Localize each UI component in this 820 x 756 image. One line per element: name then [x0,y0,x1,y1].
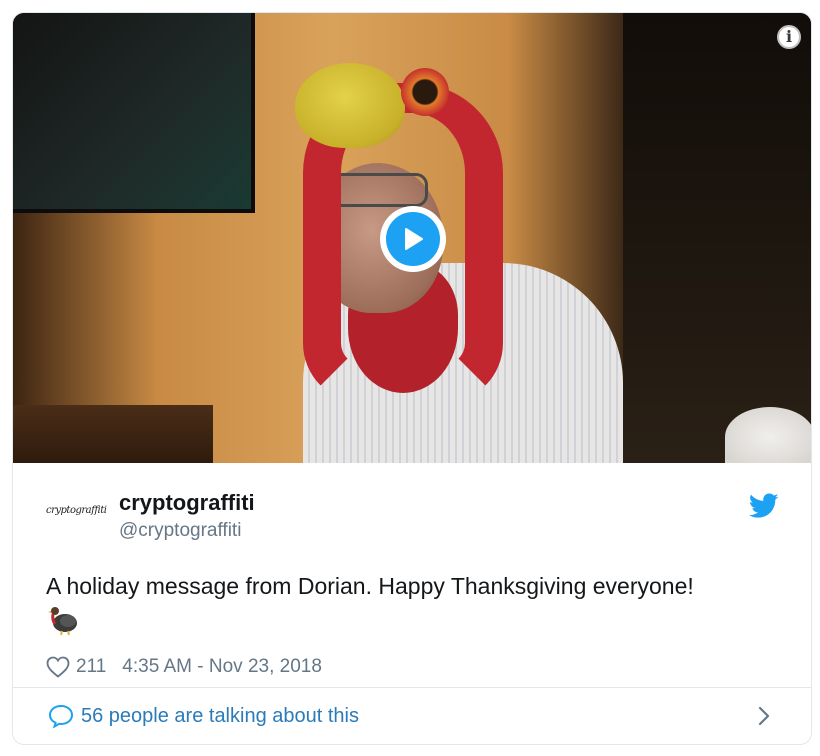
costume-eye [401,68,449,116]
background-table [13,405,213,463]
tweet-card: i cryptograffiti cryptograffiti @cryptog… [12,12,812,745]
background-doorway [623,13,811,463]
twitter-bird-icon[interactable] [749,493,779,519]
talking-label: 56 people are talking about this [81,705,359,727]
background-fur [725,407,811,463]
avatar[interactable]: cryptograffiti [46,505,118,527]
play-icon [405,228,423,250]
tweet-text: A holiday message from Dorian. Happy Tha… [46,573,694,599]
heart-icon[interactable] [46,656,70,678]
costume-beak [295,63,405,148]
video-thumbnail[interactable]: i [13,13,811,463]
talking-about-link[interactable]: 56 people are talking about this [13,688,811,744]
turkey-emoji [48,607,77,636]
timestamp[interactable]: 4:35 AM - Nov 23, 2018 [122,656,322,678]
tweet-meta: 211 4:35 AM - Nov 23, 2018 [46,655,322,679]
play-button[interactable] [380,206,446,272]
author-name[interactable]: cryptograffiti [119,490,255,516]
info-icon[interactable]: i [777,25,801,49]
background-tv [13,13,255,213]
chevron-right-icon [758,706,770,726]
author-handle[interactable]: @cryptograffiti [119,520,241,542]
like-count[interactable]: 211 [76,656,106,678]
speech-bubble-icon [48,704,74,728]
